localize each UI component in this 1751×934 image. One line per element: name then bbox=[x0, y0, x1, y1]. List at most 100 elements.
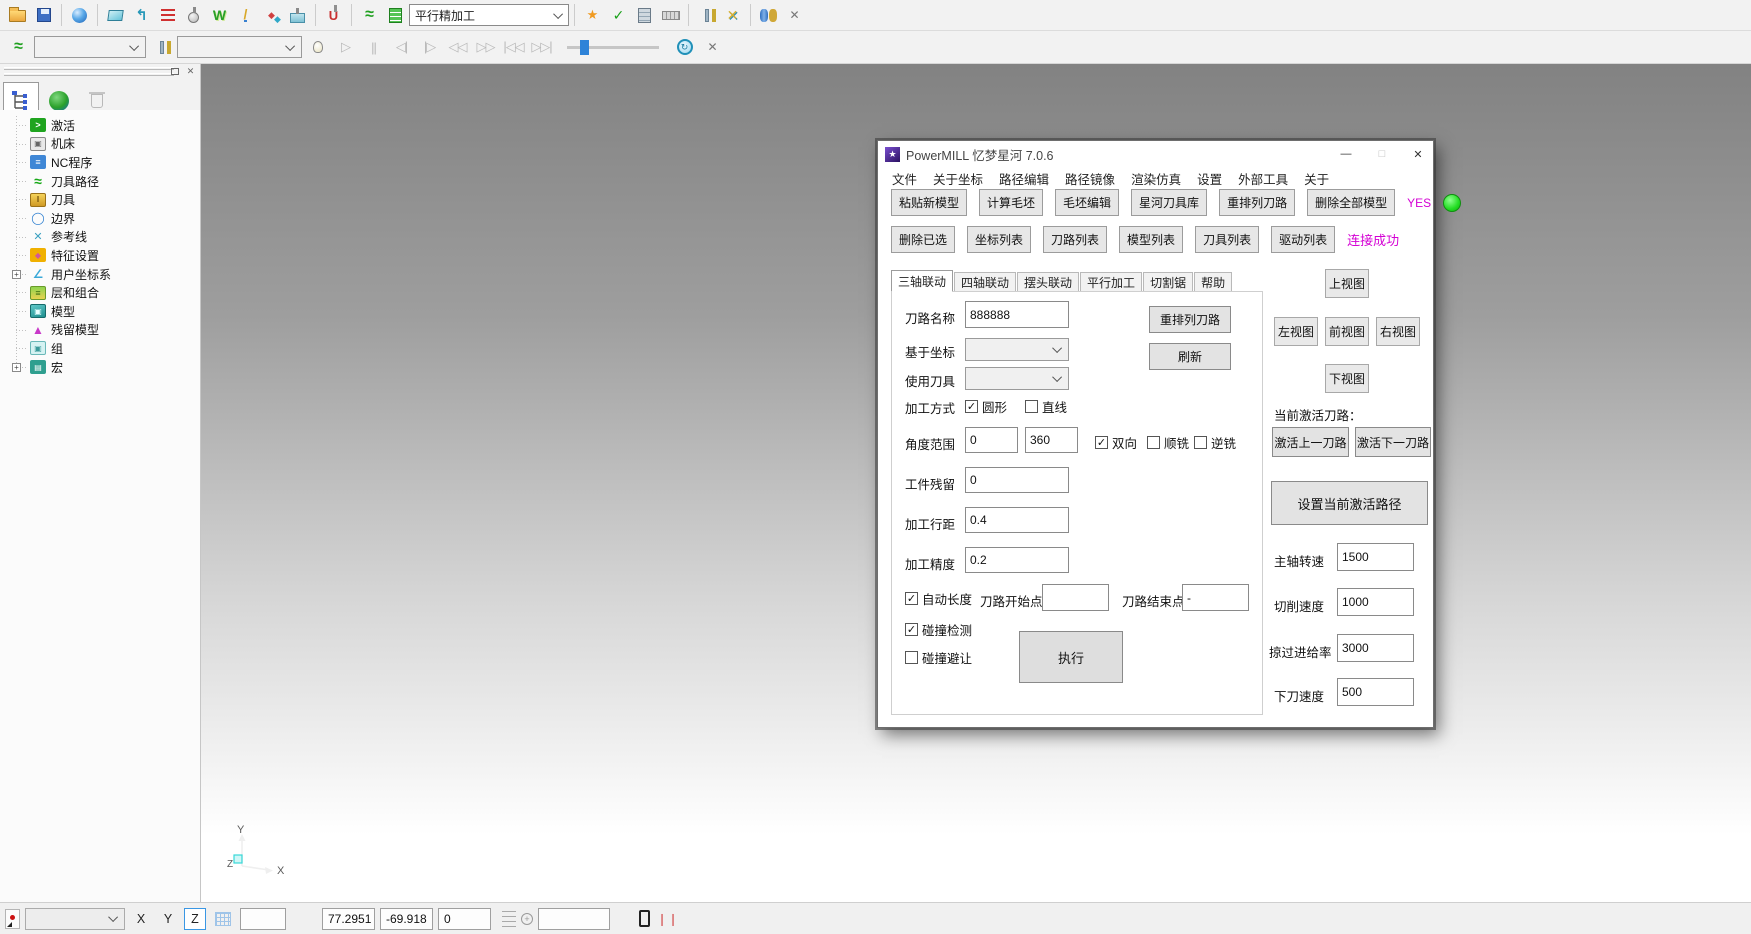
tree-item-boundaries[interactable]: ◯边界 bbox=[6, 209, 200, 228]
angle-to-input[interactable] bbox=[1025, 427, 1078, 453]
tool-library-button[interactable]: 星河刀具库 bbox=[1131, 189, 1207, 216]
tolerance-input[interactable] bbox=[965, 547, 1069, 573]
climb-checkbox[interactable]: 顺铣 bbox=[1147, 433, 1189, 452]
toolpath-icon[interactable]: ≈ bbox=[357, 3, 382, 28]
tool-block-icon[interactable] bbox=[285, 3, 310, 28]
view-top-button[interactable]: 上视图 bbox=[1325, 269, 1369, 298]
block-icon[interactable] bbox=[103, 3, 128, 28]
activate-prev-toolpath-button[interactable]: 激活上一刀路 bbox=[1272, 427, 1349, 457]
stock-input[interactable] bbox=[965, 467, 1069, 493]
tree-item-groups[interactable]: ▣组 bbox=[6, 339, 200, 358]
toolpath-list-icon[interactable] bbox=[383, 3, 408, 28]
plunge-feed-input[interactable] bbox=[1337, 678, 1414, 706]
pause-button[interactable]: || bbox=[361, 35, 386, 60]
menu-settings[interactable]: 设置 bbox=[1189, 169, 1230, 188]
toolbar-list-icon[interactable] bbox=[155, 3, 180, 28]
model-list-button[interactable]: 模型列表 bbox=[1119, 226, 1183, 253]
collision-check-icon[interactable]: U bbox=[321, 3, 346, 28]
calc-stock-button[interactable]: 计算毛坯 bbox=[979, 189, 1043, 216]
verify-tool-icon[interactable]: ✓ bbox=[606, 3, 631, 28]
minimize-button[interactable]: — bbox=[1331, 143, 1361, 165]
stepover-input[interactable] bbox=[965, 507, 1069, 533]
spindle-speed-input[interactable] bbox=[1337, 543, 1414, 571]
panel-gripper[interactable] bbox=[4, 73, 174, 76]
transform-icon[interactable]: ✕ bbox=[720, 3, 745, 28]
menu-external-tools[interactable]: 外部工具 bbox=[1230, 169, 1296, 188]
conventional-checkbox[interactable]: 逆铣 bbox=[1194, 433, 1236, 452]
tree-item-workplanes[interactable]: +∠用户坐标系 bbox=[6, 265, 200, 284]
rearrange-toolpaths-button[interactable]: 重排列刀路 bbox=[1219, 189, 1295, 216]
delete-all-models-button[interactable]: 删除全部模型 bbox=[1307, 189, 1395, 216]
collision-check-checkbox[interactable]: ✓碰撞检测 bbox=[905, 620, 972, 639]
sim-speed-slider[interactable] bbox=[567, 46, 659, 49]
mode-line-checkbox[interactable]: 直线 bbox=[1025, 397, 1067, 416]
refresh-button[interactable]: 刷新 bbox=[1149, 343, 1231, 370]
tree-item-tools[interactable]: ‖刀具 bbox=[6, 190, 200, 209]
drive-list-button[interactable]: 驱动列表 bbox=[1271, 226, 1335, 253]
cursor-y-field[interactable]: -69.918 bbox=[380, 908, 433, 930]
save-project-icon[interactable] bbox=[31, 3, 56, 28]
step-forward-button[interactable]: |▷ bbox=[417, 35, 442, 60]
toolpath-connections-icon[interactable]: ↰ bbox=[129, 3, 154, 28]
sim-toolpath-dropdown[interactable] bbox=[34, 36, 146, 58]
auto-length-checkbox[interactable]: ✓自动长度 bbox=[905, 589, 972, 608]
tab-3axis[interactable]: 三轴联动 bbox=[891, 270, 953, 292]
use-tool-combo[interactable] bbox=[965, 367, 1069, 390]
tree-item-feature-sets[interactable]: ◆特征设置 bbox=[6, 246, 200, 265]
cursor-x-field[interactable]: 77.2951 bbox=[322, 908, 375, 930]
slider-handle[interactable] bbox=[580, 40, 589, 55]
maximize-button[interactable]: □ bbox=[1367, 143, 1397, 165]
end-point-input[interactable] bbox=[1182, 584, 1249, 611]
tool-compare-icon[interactable] bbox=[694, 3, 719, 28]
lightbulb-icon[interactable] bbox=[305, 35, 330, 60]
status-empty-field[interactable] bbox=[240, 908, 286, 930]
expand-icon[interactable]: + bbox=[12, 363, 21, 372]
sim-close-icon[interactable]: ✕ bbox=[700, 35, 725, 60]
menu-coordinates[interactable]: 关于坐标 bbox=[925, 169, 991, 188]
view-bottom-button[interactable]: 下视图 bbox=[1325, 364, 1369, 393]
skim-feed-input[interactable] bbox=[1337, 634, 1414, 662]
models-icon[interactable] bbox=[756, 3, 781, 28]
nc-program-icon[interactable]: ★ bbox=[580, 3, 605, 28]
close-button[interactable]: ✕ bbox=[1403, 143, 1433, 165]
axis-x-button[interactable]: X bbox=[130, 908, 152, 930]
menu-render-sim[interactable]: 渲染仿真 bbox=[1123, 169, 1189, 188]
rearrange-button[interactable]: 重排列刀路 bbox=[1149, 306, 1231, 333]
execute-button[interactable]: 执行 bbox=[1019, 631, 1123, 683]
cutting-feed-input[interactable] bbox=[1337, 588, 1414, 616]
expand-icon[interactable]: + bbox=[12, 270, 21, 279]
status-dropdown[interactable] bbox=[25, 908, 125, 930]
menu-about[interactable]: 关于 bbox=[1296, 169, 1337, 188]
grid-toggle-button[interactable] bbox=[211, 907, 235, 931]
edit-stock-button[interactable]: 毛坯编辑 bbox=[1055, 189, 1119, 216]
pattern-edit-icon[interactable]: / bbox=[233, 3, 258, 28]
tree-item-nc-programs[interactable]: ≡NC程序 bbox=[6, 153, 200, 172]
measure-icon[interactable] bbox=[658, 3, 683, 28]
tree-item-macros[interactable]: +▤宏 bbox=[6, 358, 200, 377]
menu-path-mirror[interactable]: 路径镜像 bbox=[1057, 169, 1123, 188]
tree-item-toolpaths[interactable]: ≈刀具路径 bbox=[6, 172, 200, 191]
based-coord-combo[interactable] bbox=[965, 338, 1069, 361]
tool-list-button[interactable]: 刀具列表 bbox=[1195, 226, 1259, 253]
tab-help[interactable]: 帮助 bbox=[1194, 272, 1232, 292]
view-right-button[interactable]: 右视图 bbox=[1376, 317, 1420, 346]
tree-item-models[interactable]: ▣模型 bbox=[6, 302, 200, 321]
collision-avoid-checkbox[interactable]: 碰撞避让 bbox=[905, 648, 972, 667]
menu-file[interactable]: 文件 bbox=[884, 169, 925, 188]
fast-forward-button[interactable]: ▷▷ bbox=[473, 35, 498, 60]
bidirectional-checkbox[interactable]: ✓双向 bbox=[1095, 433, 1137, 452]
color-swatch-icon[interactable] bbox=[5, 909, 20, 929]
toolpath-list-button[interactable]: 刀路列表 bbox=[1043, 226, 1107, 253]
go-start-button[interactable]: |◁◁ bbox=[501, 35, 526, 60]
tab-4axis[interactable]: 四轴联动 bbox=[954, 272, 1016, 292]
workplane-locator-icon[interactable]: + bbox=[521, 913, 533, 925]
panel-gripper[interactable] bbox=[4, 67, 174, 70]
start-point-input[interactable] bbox=[1042, 584, 1109, 611]
tree-item-machine[interactable]: ▣机床 bbox=[6, 135, 200, 154]
workplane-field[interactable] bbox=[538, 908, 610, 930]
open-project-icon[interactable] bbox=[5, 3, 30, 28]
paste-new-model-button[interactable]: 粘贴新模型 bbox=[891, 189, 967, 216]
toolbar-close-icon[interactable]: ✕ bbox=[782, 3, 807, 28]
active-toolpath-dropdown[interactable]: 平行精加工 bbox=[409, 4, 569, 26]
sim-tool-icon[interactable] bbox=[149, 35, 174, 60]
